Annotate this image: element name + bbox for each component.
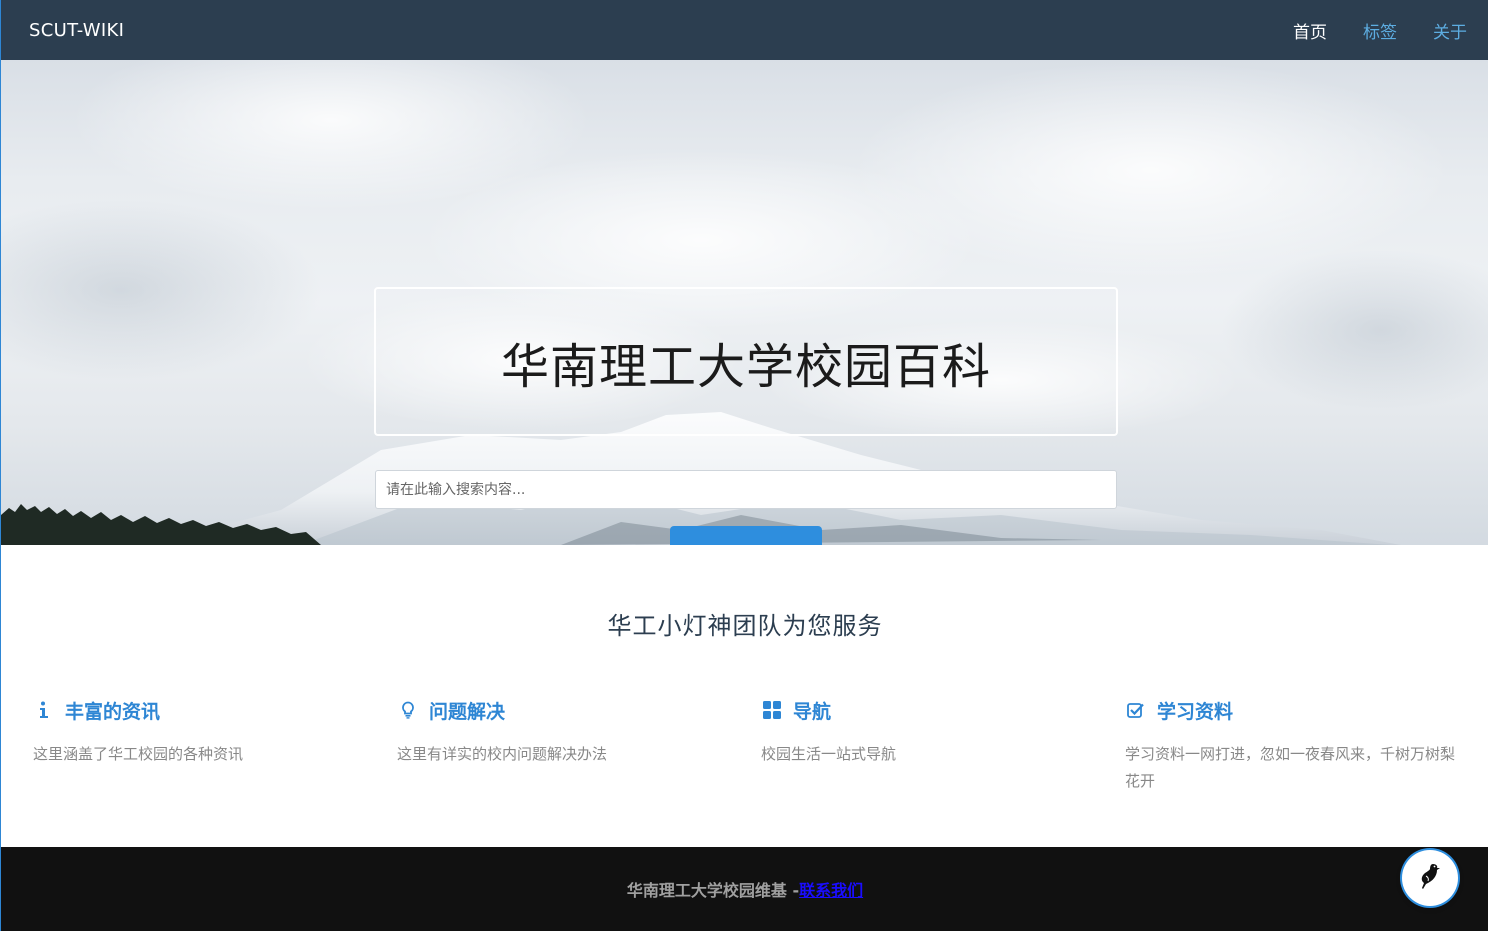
footer-text: 华南理工大学校园维基 - xyxy=(626,881,800,900)
navbar: SCUT-WIKI 首页 标签 关于 xyxy=(1,0,1488,60)
floating-action-button[interactable] xyxy=(1402,850,1458,906)
feature-navigation: 导航 校园生活一站式导航 xyxy=(761,695,1091,768)
feature-title: 学习资料 xyxy=(1157,700,1234,723)
nav-link-tags[interactable]: 标签 xyxy=(1363,18,1397,43)
nav-links: 首页 标签 关于 xyxy=(1257,18,1467,43)
get-started-button[interactable]: Get Started xyxy=(670,526,822,545)
feature-info: 丰富的资讯 这里涵盖了华工校园的各种资讯 xyxy=(33,695,363,768)
feature-title: 丰富的资讯 xyxy=(65,700,161,723)
feature-desc: 学习资料一网打进，忽如一夜春风来，千树万树梨花开 xyxy=(1125,745,1456,790)
services-title: 华工小灯神团队为您服务 xyxy=(607,612,883,640)
feature-solutions: 问题解决 这里有详实的校内问题解决办法 xyxy=(397,695,727,768)
feature-desc: 这里有详实的校内问题解决办法 xyxy=(397,745,608,763)
hero-title-box: 华南理工大学校园百科 xyxy=(374,287,1118,436)
footer: 华南理工大学校园维基 - 联系我们 xyxy=(1,847,1488,931)
nav-link-home[interactable]: 首页 xyxy=(1293,18,1327,43)
site-brand[interactable]: SCUT-WIKI xyxy=(29,20,124,41)
bird-icon xyxy=(1417,861,1443,895)
check-square-icon xyxy=(1125,699,1147,721)
feature-title: 问题解决 xyxy=(429,700,506,723)
nav-link-about[interactable]: 关于 xyxy=(1433,18,1467,43)
feature-desc: 这里涵盖了华工校园的各种资讯 xyxy=(33,745,244,763)
search-input[interactable] xyxy=(375,470,1117,509)
lightbulb-icon xyxy=(397,699,419,721)
hero-section: 华南理工大学校园百科 Get Started xyxy=(1,60,1488,545)
hero-title: 华南理工大学校园百科 xyxy=(500,338,991,395)
feature-title: 导航 xyxy=(793,700,832,723)
grid-icon xyxy=(761,699,783,721)
contact-us-link[interactable]: 联系我们 xyxy=(799,877,863,901)
feature-study: 学习资料 学习资料一网打进，忽如一夜春风来，千树万树梨花开 xyxy=(1125,695,1455,795)
feature-desc: 校园生活一站式导航 xyxy=(761,745,897,763)
info-icon xyxy=(33,699,55,721)
